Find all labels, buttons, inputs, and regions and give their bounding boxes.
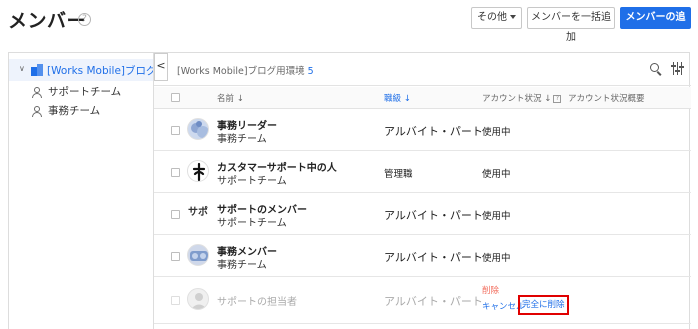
- avatar: [187, 118, 209, 140]
- column-header-status-summary: アカウント状況概要: [568, 94, 645, 104]
- table-header-row: 名前 ↓ 職級 ↓ アカウント状況 ↓? アカウント状況概要: [154, 87, 691, 109]
- member-team: サポートチーム: [217, 218, 287, 229]
- permanent-delete-link[interactable]: 完全に削除: [518, 295, 569, 315]
- collapse-sidebar-button[interactable]: <: [154, 53, 168, 81]
- org-tree-item-label: サポートチーム: [48, 86, 122, 98]
- deleted-status-label: 削除: [482, 286, 500, 296]
- member-team: サポートチーム: [217, 176, 287, 187]
- member-count: 5: [307, 66, 314, 77]
- expand-toggle-icon[interactable]: ∨: [19, 64, 25, 73]
- table-row[interactable]: サポ サポートのメンバー サポートチーム アルバイト・パート 使用中: [154, 194, 691, 235]
- row-checkbox: [171, 296, 180, 305]
- org-name-title: [Works Mobile]ブログ用環境 5: [177, 63, 314, 77]
- row-checkbox[interactable]: [171, 126, 180, 135]
- default-avatar-icon: [187, 288, 209, 310]
- add-member-button[interactable]: メンバーの追加: [620, 7, 691, 43]
- org-tree-item-support-team[interactable]: サポートチーム: [31, 84, 121, 102]
- account-status: 使用中: [482, 211, 511, 222]
- org-name-label: [Works Mobile]ブログ用環境: [177, 66, 305, 77]
- member-name: サポートの担当者: [217, 297, 297, 308]
- member-team: 事務チーム: [217, 134, 267, 145]
- other-menu-button[interactable]: その他: [471, 7, 522, 29]
- column-header-name[interactable]: 名前 ↓: [217, 92, 244, 104]
- filter-settings-icon[interactable]: [671, 62, 684, 75]
- row-checkbox[interactable]: [171, 252, 180, 261]
- select-all-checkbox[interactable]: [171, 93, 180, 102]
- avatar: [187, 244, 209, 266]
- account-status: 使用中: [482, 169, 511, 180]
- table-row[interactable]: カスタマーサポート中の人 サポートチーム 管理職 使用中: [154, 152, 691, 193]
- member-team: 事務チーム: [217, 260, 267, 271]
- member-position: アルバイト・パート: [384, 209, 483, 222]
- column-header-status-label: アカウント状況 ↓: [482, 94, 552, 104]
- member-position: 管理職: [384, 169, 413, 180]
- org-tree-sidebar: ∨ [Works Mobile]ブログ用環 サポートチーム 事務チーム: [9, 53, 154, 329]
- page-title: メンバー: [8, 10, 87, 32]
- table-row[interactable]: 事務リーダー 事務チーム アルバイト・パート 使用中: [154, 110, 691, 151]
- avatar: [187, 160, 209, 182]
- avatar: サポ: [185, 202, 211, 224]
- table-row[interactable]: 事務メンバー 事務チーム アルバイト・パート 使用中: [154, 236, 691, 277]
- org-tree-root-label: [Works Mobile]ブログ用環: [47, 65, 153, 77]
- caret-down-icon: [510, 15, 516, 19]
- status-help-icon[interactable]: ?: [553, 94, 562, 103]
- column-header-account-status[interactable]: アカウント状況 ↓?: [482, 92, 562, 104]
- org-tree-item-office-team[interactable]: 事務チーム: [31, 103, 100, 121]
- account-status: 使用中: [482, 253, 511, 264]
- team-icon: [31, 105, 43, 117]
- other-menu-label: その他: [477, 12, 507, 23]
- organization-icon: [31, 64, 43, 76]
- members-panel: ∨ [Works Mobile]ブログ用環 サポートチーム 事務チーム [Wor…: [8, 52, 691, 329]
- member-list-header: [Works Mobile]ブログ用環境 5: [154, 53, 691, 86]
- row-checkbox[interactable]: [171, 210, 180, 219]
- search-icon[interactable]: [650, 63, 662, 76]
- row-checkbox[interactable]: [171, 168, 180, 177]
- member-list-area: [Works Mobile]ブログ用環境 5 名前 ↓ 職級 ↓ アカウント状況 …: [153, 53, 691, 329]
- column-header-position[interactable]: 職級 ↓: [384, 92, 411, 104]
- bulk-add-members-button[interactable]: メンバーを一括追加: [527, 7, 615, 43]
- table-row-deleted[interactable]: サポートの担当者 アルバイト・パート 削除 キャンセル 完全に削除: [154, 278, 691, 324]
- account-status: 使用中: [482, 127, 511, 138]
- member-position: アルバイト・パート: [384, 295, 483, 308]
- org-tree-item-label: 事務チーム: [48, 105, 101, 117]
- team-icon: [31, 86, 43, 98]
- member-position: アルバイト・パート: [384, 125, 483, 138]
- member-position: アルバイト・パート: [384, 251, 483, 264]
- org-tree-root[interactable]: ∨ [Works Mobile]ブログ用環: [9, 59, 154, 81]
- help-icon[interactable]: ?: [78, 13, 91, 26]
